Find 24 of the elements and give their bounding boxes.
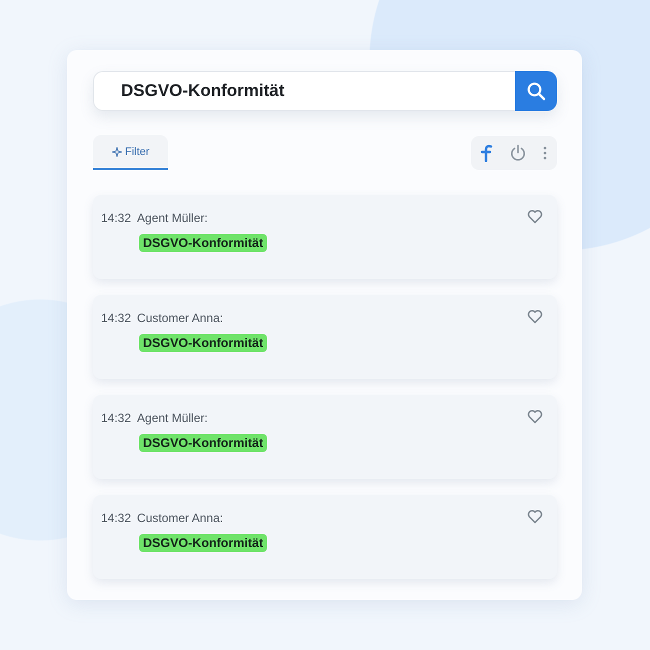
sender-name: Agent Müller: <box>137 211 208 225</box>
search-field[interactable]: DSGVO-Konformität <box>93 71 515 111</box>
sparkle-icon <box>112 146 122 156</box>
letter-f-icon[interactable] <box>479 144 493 162</box>
sender-name: Agent Müller: <box>137 411 208 425</box>
message-time: 14:32 <box>101 511 132 525</box>
highlighted-text: DSGVO-Konformität <box>139 234 268 252</box>
message-time: 14:32 <box>101 211 132 225</box>
message-time: 14:32 <box>101 411 132 425</box>
search-icon <box>526 81 546 101</box>
more-icon[interactable] <box>543 146 547 160</box>
sender-name: Customer Anna: <box>137 311 224 325</box>
sender-name: Customer Anna: <box>137 511 224 525</box>
heart-icon[interactable] <box>527 408 543 424</box>
heart-icon[interactable] <box>527 208 543 224</box>
filter-tab[interactable]: Filter <box>93 135 168 170</box>
heart-icon[interactable] <box>527 508 543 524</box>
search-button[interactable] <box>515 71 557 111</box>
heart-icon[interactable] <box>527 308 543 324</box>
highlighted-text: DSGVO-Konformität <box>139 434 268 452</box>
highlighted-text: DSGVO-Konformität <box>139 534 268 552</box>
highlighted-text: DSGVO-Konformität <box>139 334 268 352</box>
power-icon[interactable] <box>509 144 527 162</box>
message-time: 14:32 <box>101 311 132 325</box>
